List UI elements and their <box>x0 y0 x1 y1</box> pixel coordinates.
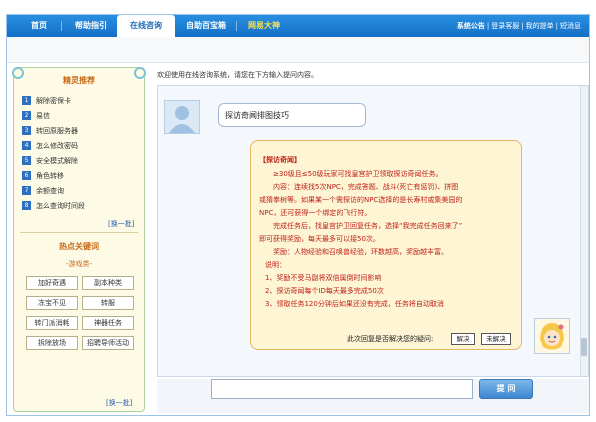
scrollbar-thumb[interactable] <box>581 338 587 356</box>
sidebar-item[interactable]: 2 易信 <box>22 110 50 122</box>
user-message-text: 探访奇闻排图技巧 <box>225 111 289 120</box>
reply-title: 【探访奇闻】 <box>259 156 301 164</box>
divider <box>20 232 138 233</box>
user-message-bubble: 探访奇闻排图技巧 <box>218 103 366 127</box>
link-messages[interactable]: 短消息 <box>560 22 581 30</box>
sidebar-item[interactable]: 8 怎么查询时间段 <box>22 200 85 212</box>
top-nav-bar: 首页 帮助指引 在线咨询 自助百宝箱 网易大神 系统公告 | 登录客服 | 我的提单 | 短… <box>7 15 589 38</box>
solved-button[interactable]: 解决 <box>451 333 475 345</box>
link-login-service[interactable]: 登录客服 <box>491 22 519 30</box>
feedback-question: 此次回复是否解决您的疑问: <box>347 335 434 343</box>
link-my-tickets[interactable]: 我的提单 <box>526 22 554 30</box>
keyword-button[interactable]: 加好奇遇 <box>26 276 78 290</box>
sidebar-title: 精灵推荐 <box>63 76 95 85</box>
keyword-button[interactable]: 拆除放场 <box>26 336 78 350</box>
tab-home[interactable]: 首页 <box>19 15 59 37</box>
sidebar-item[interactable]: 6 角色转移 <box>22 170 64 182</box>
reply-line: 即可获得奖励，每天最多可以接50次。 <box>259 235 380 243</box>
assistant-avatar <box>534 318 570 354</box>
sub-header-strip <box>7 37 589 63</box>
reply-line: NPC，还可获得一个绑定的飞行符。 <box>259 209 372 217</box>
keyword-button[interactable]: 转门派消耗 <box>26 316 78 330</box>
nav-separator <box>61 21 62 31</box>
reply-message-bubble: 【探访奇闻】 ≥30级且≤50级玩家可找皇宫护卫领取探访奇闻任务。 内容：连续找… <box>250 140 522 350</box>
hot-keywords-title: 热点关键词 <box>59 242 99 251</box>
unsolved-button[interactable]: 未解决 <box>481 333 511 345</box>
sidebar-item[interactable]: 7 余额查询 <box>22 185 64 197</box>
user-silhouette-icon <box>165 101 199 133</box>
keyword-button[interactable]: 冻宝不见 <box>26 296 78 310</box>
link-announcement[interactable]: 系统公告 <box>457 22 485 30</box>
tab-help-guide[interactable]: 帮助指引 <box>65 15 117 37</box>
reply-line: 2、探访奇闻每个ID每天最多完成50次 <box>265 287 384 295</box>
tab-netease-dashen[interactable]: 网易大神 <box>239 15 289 37</box>
welcome-text: 欢迎使用在线咨询系统，请您在下方输入提问内容。 <box>157 71 318 79</box>
ask-button[interactable]: 提 问 <box>479 379 533 399</box>
tab-self-service[interactable]: 自助百宝箱 <box>177 15 235 37</box>
help-center-frame: 首页 帮助指引 在线咨询 自助百宝箱 网易大神 系统公告 | 登录客服 | 我的提单 | 短… <box>6 14 590 416</box>
refresh-recommend-link[interactable]: [换一批] <box>108 219 134 229</box>
keyword-button[interactable]: 招聘导师活动 <box>82 336 134 350</box>
sidebar-item[interactable]: 1 解除密保卡 <box>22 95 71 107</box>
chat-scrollbar[interactable] <box>580 86 588 376</box>
reply-line: 或猜拳树等。如果某一个需探访的NPC选择的是长寿村或集美园的 <box>259 196 463 204</box>
keyword-button[interactable]: 副本种类 <box>82 276 134 290</box>
keyword-button[interactable]: 转服 <box>82 296 134 310</box>
chat-area: 探访奇闻排图技巧 【探访奇闻】 ≥30级且≤50级玩家可找皇宫护卫领取探访奇闻任… <box>157 85 589 377</box>
sidebar-item[interactable]: 3 转回原服务器 <box>22 125 78 137</box>
user-avatar <box>164 100 200 134</box>
reply-line: 奖励：人物经验和召唤兽经验，环数越高，奖励越丰富。 <box>273 248 448 256</box>
keyword-category: -游戏类- <box>65 260 93 268</box>
reply-line: 内容：连续找5次NPC，完成答题、战斗(死亡有惩罚)、拼图 <box>273 183 459 191</box>
top-links: 系统公告 | 登录客服 | 我的提单 | 短消息 <box>456 22 581 30</box>
reply-line: 完成任务后，找皇宫护卫回复任务，选择“我完成任务回来了” <box>273 222 463 230</box>
reply-line: 说明： <box>265 261 286 269</box>
sidebar-panel: 精灵推荐 1 解除密保卡 2 易信 3 转回原服务器 4 怎么修改密码 5 安全模式解除 … <box>12 67 146 412</box>
keyword-button[interactable]: 神器任务 <box>82 316 134 330</box>
tab-online-consult[interactable]: 在线咨询 <box>117 15 175 38</box>
reply-line: 1、奖励不受马副将双倍属倒时间影响 <box>265 274 382 282</box>
nav-separator <box>236 21 237 31</box>
question-input[interactable] <box>211 379 473 399</box>
sidebar-item[interactable]: 4 怎么修改密码 <box>22 140 78 152</box>
sidebar-item[interactable]: 5 安全模式解除 <box>22 155 78 167</box>
refresh-keywords-link[interactable]: [换一批] <box>106 398 132 408</box>
fairy-mascot-icon <box>535 319 569 353</box>
reply-line: ≥30级且≤50级玩家可找皇宫护卫领取探访奇闻任务。 <box>273 170 443 178</box>
reply-line: 3、领取任务120分钟后如果还没有完成，任务将自动取消 <box>265 300 444 308</box>
question-bar: 提 问 <box>157 379 589 413</box>
